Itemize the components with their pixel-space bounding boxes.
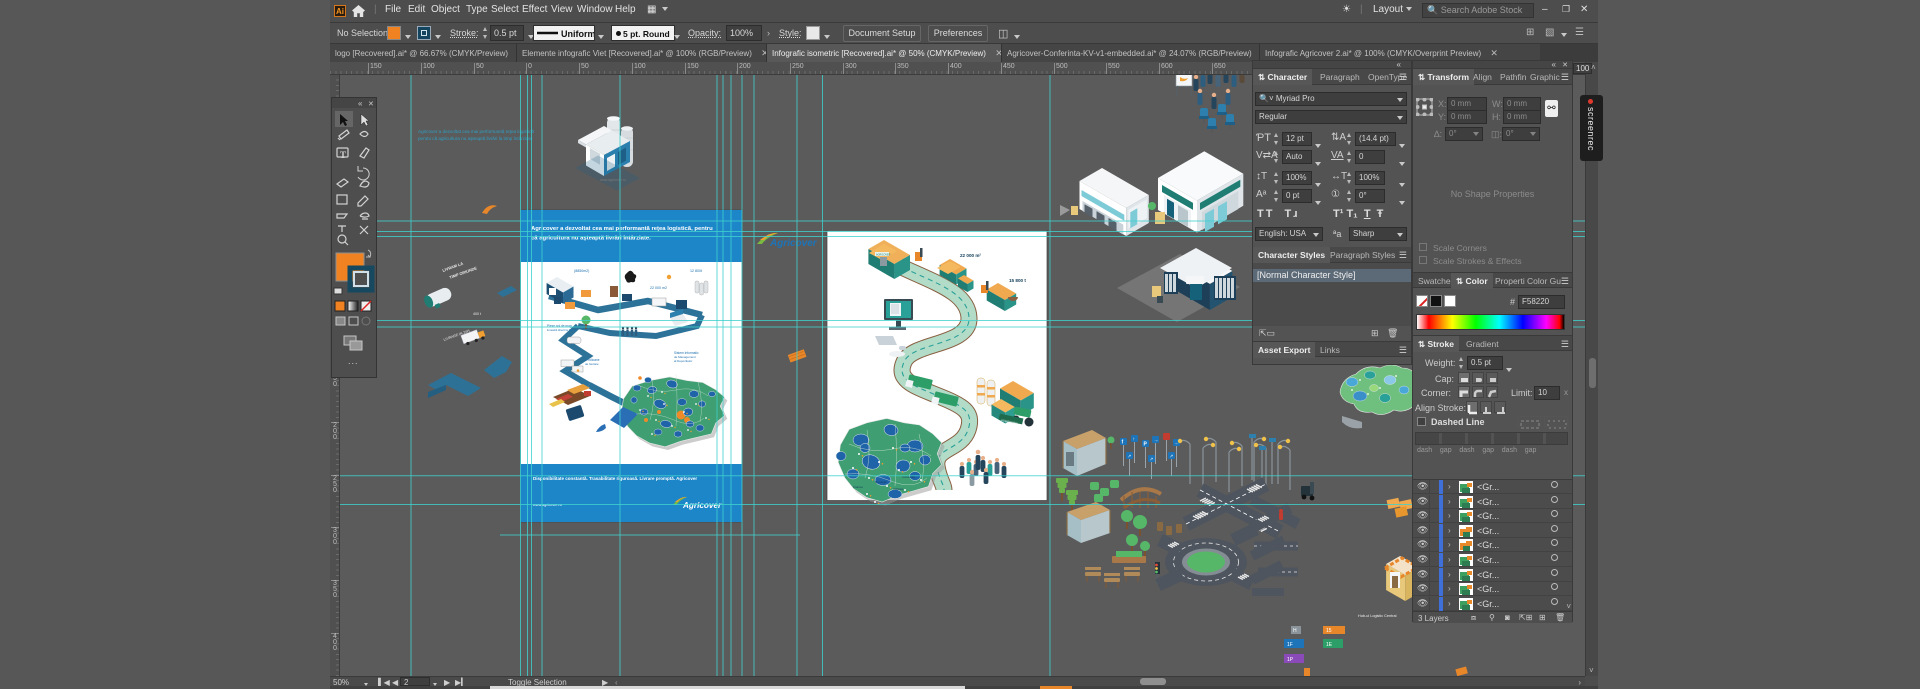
svg-text:al Depozitelor: al Depozitelor xyxy=(674,359,692,363)
svg-text:Agricover: Agricover xyxy=(682,501,722,510)
svg-text:↗: ↗ xyxy=(1128,454,1132,459)
svg-text:↗: ↗ xyxy=(1150,457,1154,462)
svg-text:(8850m2): (8850m2) xyxy=(574,269,589,273)
svg-text:Călăraşi: Călăraşi xyxy=(893,487,904,491)
svg-text:...: ... xyxy=(348,356,359,366)
svg-text:1E: 1E xyxy=(1326,642,1333,648)
svg-text:↗: ↗ xyxy=(1170,454,1174,459)
svg-text:→: → xyxy=(1154,438,1159,444)
svg-text:de hectare: de hectare xyxy=(585,362,599,366)
svg-text:Uniform: Uniform xyxy=(561,29,594,39)
svg-text:12 800t: 12 800t xyxy=(690,269,702,273)
svg-text:↑: ↑ xyxy=(1133,437,1136,443)
svg-text:Disponibilitate constantă. Tra: Disponibilitate constantă. Trasabilitate… xyxy=(533,476,697,481)
svg-text:Craiova: Craiova xyxy=(853,485,863,489)
svg-text:22 000 m2: 22 000 m2 xyxy=(650,286,667,290)
svg-text:15 800 t: 15 800 t xyxy=(1009,278,1026,283)
svg-text:pentru că agricultura nu aştea: pentru că agricultura nu aşteaptă livrăr… xyxy=(418,136,533,141)
svg-text:livrează direct la fermă: livrează direct la fermă xyxy=(547,328,576,332)
svg-text:«: « xyxy=(358,99,363,108)
svg-text:H: H xyxy=(1293,628,1297,634)
svg-text:Agricover a dezvoltat cea mai: Agricover a dezvoltat cea mai performant… xyxy=(418,129,534,134)
svg-text:15: 15 xyxy=(1326,628,1332,634)
svg-text:Hub-ul Logistic Central: Hub-ul Logistic Central xyxy=(1358,614,1397,618)
svg-text:Agricover: Agricover xyxy=(769,238,818,249)
svg-text:22 000 m²: 22 000 m² xyxy=(960,253,981,258)
svg-text:AGRICOVER: AGRICOVER xyxy=(876,254,891,257)
svg-text:✕: ✕ xyxy=(368,101,374,108)
svg-text:1F: 1F xyxy=(1287,642,1293,648)
svg-text:1P: 1P xyxy=(1287,657,1294,663)
svg-text:Bucureşti: Bucureşti xyxy=(875,480,887,484)
svg-text:400 t: 400 t xyxy=(473,312,481,316)
svg-text:www.agricover.ro: www.agricover.ro xyxy=(600,178,626,182)
svg-text:T: T xyxy=(340,150,346,160)
